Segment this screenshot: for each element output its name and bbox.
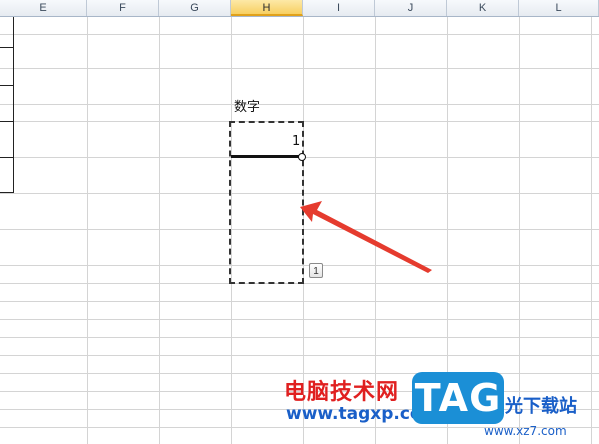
watermark-small-url: www.xz7.com	[484, 424, 567, 438]
watermark-site-text: 光下载站	[505, 396, 577, 417]
watermark-cn-text: 电脑技术网	[284, 380, 400, 405]
tag-logo: TAG	[412, 372, 504, 424]
